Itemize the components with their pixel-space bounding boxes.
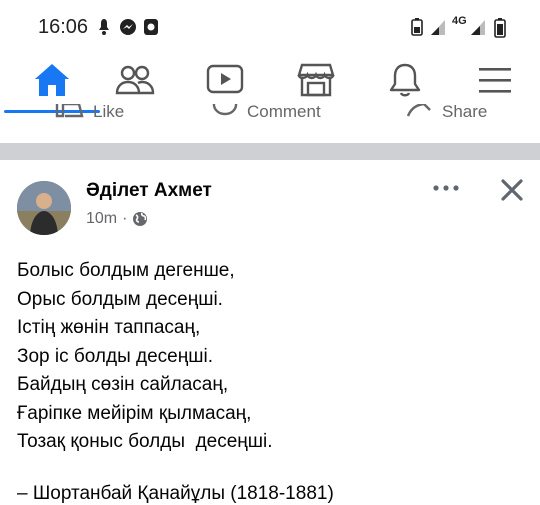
- wifi-icon: [471, 20, 485, 35]
- marketplace-icon: [297, 63, 335, 97]
- post-line: Орыс болдым десеңші.: [17, 288, 223, 310]
- post-time[interactable]: 10m: [86, 210, 117, 228]
- comment-button[interactable]: Comment: [211, 104, 321, 122]
- post-line: Ғаріпке мейірім қылмасаң,: [17, 402, 252, 424]
- status-time: 16:06: [38, 16, 89, 38]
- like-icon: [55, 104, 84, 118]
- app-icon: [144, 19, 158, 35]
- post-body: Болыс болдым дегенше, Орыс болдым десеңш…: [17, 257, 527, 457]
- status-bar: 16:06 4G: [0, 0, 540, 52]
- tab-watch[interactable]: [190, 52, 260, 108]
- like-button[interactable]: Like: [55, 104, 124, 122]
- meta-separator: ·: [122, 210, 128, 227]
- comment-icon: [212, 104, 238, 116]
- post-author-name[interactable]: Әділет Ахмет: [86, 180, 212, 202]
- post-more-button[interactable]: [428, 176, 464, 200]
- tab-friends[interactable]: [100, 52, 170, 108]
- post-attribution: – Шортанбай Қанайұлы (1818-1881): [17, 483, 334, 504]
- post-meta: 10m ·: [86, 210, 148, 228]
- feed-separator: [0, 143, 540, 160]
- network-type: 4G: [452, 15, 467, 27]
- home-icon: [35, 64, 69, 96]
- friends-icon: [115, 65, 155, 95]
- share-icon: [406, 104, 431, 117]
- notifications-icon: [389, 63, 421, 97]
- tab-marketplace[interactable]: [281, 52, 351, 108]
- like-label: Like: [93, 104, 125, 121]
- post-line: Зор іс болды десеңші.: [17, 345, 213, 367]
- tab-bar: [0, 52, 540, 113]
- tab-notifications[interactable]: [370, 52, 440, 108]
- post-line: Істің жөнін таппасаң,: [17, 317, 201, 338]
- share-button[interactable]: Share: [406, 104, 487, 122]
- share-label: Share: [442, 104, 488, 121]
- messenger-icon: [120, 19, 136, 35]
- tab-menu[interactable]: [460, 52, 530, 108]
- globe-icon: [133, 212, 148, 226]
- battery-icon: [411, 18, 423, 36]
- previous-post-actions: Like Comment Share: [0, 104, 540, 122]
- menu-icon: [479, 68, 511, 93]
- author-avatar[interactable]: [17, 181, 71, 235]
- avatar-photo: [17, 181, 71, 235]
- post-line: Болыс болдым дегенше,: [17, 260, 235, 281]
- close-icon: [501, 179, 523, 201]
- battery-level-icon: [494, 18, 506, 38]
- tab-home[interactable]: [17, 52, 87, 108]
- hide-post-button[interactable]: [496, 174, 528, 206]
- post-line: Тозақ қоныс болды десеңші.: [17, 431, 273, 452]
- watch-icon: [206, 64, 244, 94]
- comment-label: Comment: [247, 104, 321, 121]
- signal-icon: [431, 20, 445, 35]
- post-line: Байдың сөзін сайласаң,: [17, 374, 229, 395]
- more-dots-icon: [433, 185, 459, 191]
- notification-icon: [99, 19, 109, 35]
